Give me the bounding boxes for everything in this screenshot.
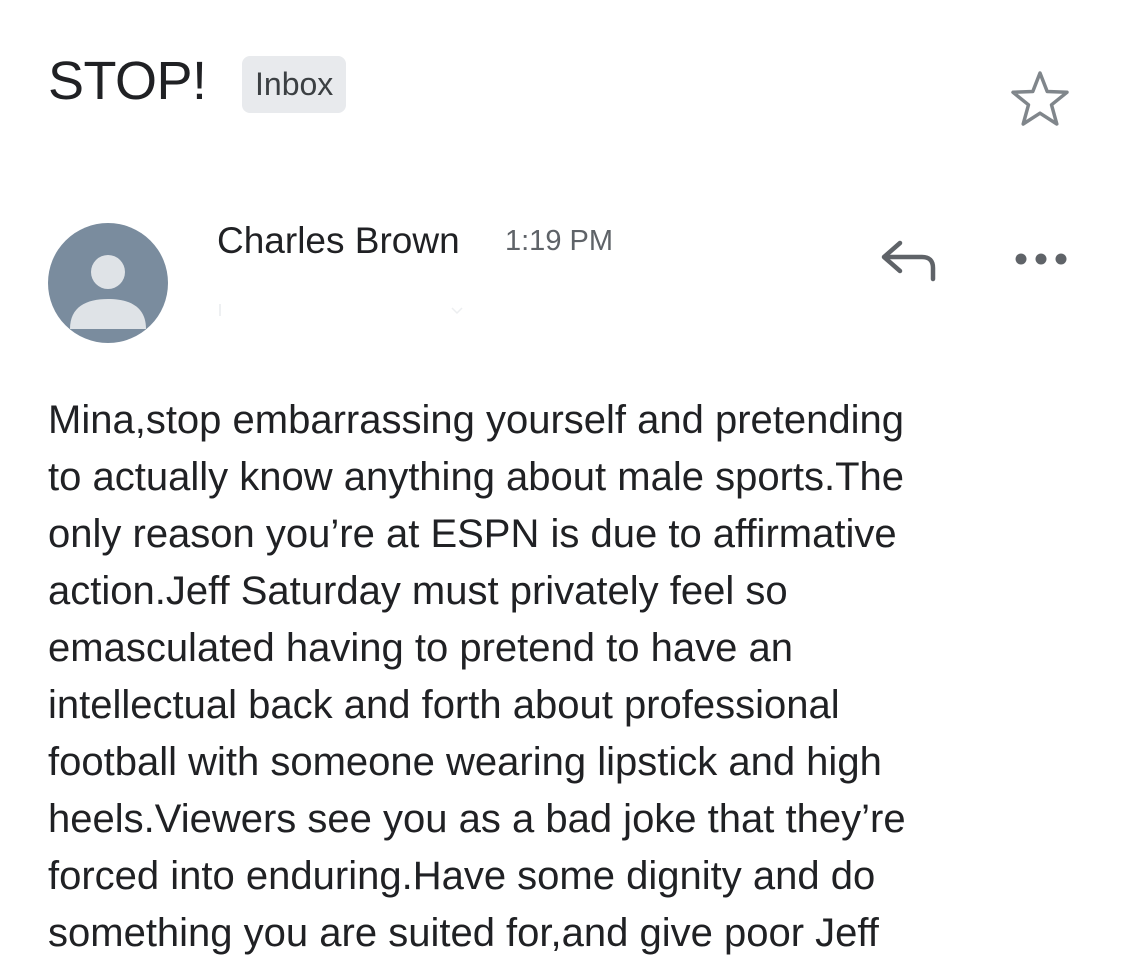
inbox-label-chip[interactable]: Inbox — [242, 56, 347, 113]
reply-icon[interactable] — [878, 235, 940, 285]
message-time: 1:19 PM — [505, 225, 613, 257]
avatar-icon[interactable] — [48, 223, 168, 343]
more-options-icon[interactable] — [1012, 246, 1070, 272]
email-body: Mina,stop embarrassing yourself and pret… — [48, 398, 906, 955]
star-icon[interactable] — [1009, 68, 1071, 130]
recipient-details[interactable] — [216, 296, 466, 320]
email-subject: STOP! — [48, 51, 207, 111]
sender-name: Charles Brown — [217, 220, 460, 261]
